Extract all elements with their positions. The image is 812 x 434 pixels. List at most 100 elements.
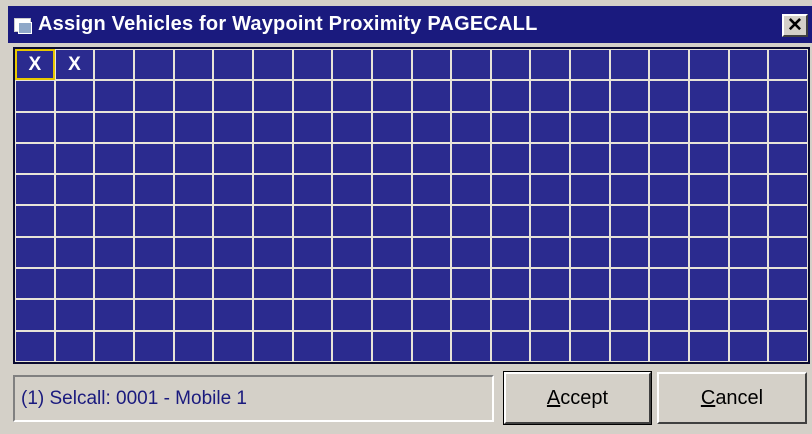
- grid-cell[interactable]: [332, 268, 372, 300]
- grid-cell[interactable]: [609, 142, 650, 175]
- grid-cell[interactable]: [332, 142, 372, 175]
- grid-cell[interactable]: [451, 268, 491, 300]
- grid-cell[interactable]: [728, 174, 769, 206]
- grid-cell[interactable]: [689, 236, 729, 269]
- grid-cell[interactable]: [15, 142, 55, 175]
- grid-cell[interactable]: [411, 142, 452, 175]
- grid-cell[interactable]: [213, 330, 253, 362]
- grid-cell[interactable]: [213, 49, 253, 81]
- grid-cell[interactable]: [213, 111, 253, 143]
- grid-cell[interactable]: [490, 142, 531, 175]
- accept-button[interactable]: Accept: [503, 371, 652, 425]
- grid-cell[interactable]: [94, 299, 134, 331]
- grid-cell[interactable]: [530, 299, 571, 331]
- grid-cell[interactable]: [332, 236, 372, 269]
- grid-cell[interactable]: [649, 80, 690, 112]
- grid-cell[interactable]: [54, 205, 95, 237]
- grid-cell[interactable]: [490, 236, 531, 269]
- grid-cell[interactable]: [609, 205, 650, 237]
- grid-cell[interactable]: [252, 236, 293, 269]
- grid-cell-checked[interactable]: X: [15, 49, 55, 81]
- grid-cell[interactable]: [133, 205, 174, 237]
- grid-cell[interactable]: [609, 49, 650, 81]
- grid-cell[interactable]: [252, 80, 293, 112]
- grid-cell[interactable]: [94, 111, 134, 143]
- grid-cell[interactable]: [94, 205, 134, 237]
- grid-cell[interactable]: [371, 142, 412, 175]
- grid-cell[interactable]: [173, 80, 214, 112]
- grid-cell[interactable]: [530, 205, 571, 237]
- grid-cell[interactable]: [570, 299, 610, 331]
- grid-cell[interactable]: [649, 111, 690, 143]
- grid-cell[interactable]: [94, 174, 134, 206]
- grid-cell[interactable]: [54, 80, 95, 112]
- grid-cell[interactable]: [15, 330, 55, 362]
- grid-cell[interactable]: [689, 299, 729, 331]
- grid-cell[interactable]: [609, 236, 650, 269]
- grid-cell[interactable]: [490, 268, 531, 300]
- grid-cell[interactable]: [728, 268, 769, 300]
- grid-cell[interactable]: [371, 174, 412, 206]
- grid-cell[interactable]: [570, 268, 610, 300]
- grid-cell[interactable]: [94, 142, 134, 175]
- grid-cell[interactable]: [371, 80, 412, 112]
- grid-cell[interactable]: [173, 205, 214, 237]
- grid-cell[interactable]: [609, 174, 650, 206]
- grid-cell[interactable]: [609, 330, 650, 362]
- grid-cell[interactable]: [173, 268, 214, 300]
- grid-cell[interactable]: [292, 330, 333, 362]
- title-bar[interactable]: Assign Vehicles for Waypoint Proximity P…: [8, 6, 812, 43]
- grid-cell[interactable]: [15, 236, 55, 269]
- grid-cell[interactable]: [649, 268, 690, 300]
- grid-cell[interactable]: [15, 205, 55, 237]
- grid-cell[interactable]: [768, 174, 808, 206]
- grid-cell[interactable]: [371, 49, 412, 81]
- grid-cell[interactable]: [371, 330, 412, 362]
- grid-cell[interactable]: [768, 236, 808, 269]
- grid-cell[interactable]: [649, 174, 690, 206]
- grid-cell[interactable]: [649, 299, 690, 331]
- cancel-button[interactable]: Cancel: [657, 372, 807, 424]
- grid-cell[interactable]: [54, 111, 95, 143]
- grid-cell[interactable]: [570, 174, 610, 206]
- grid-cell[interactable]: [728, 111, 769, 143]
- grid-cell[interactable]: [213, 80, 253, 112]
- grid-cell[interactable]: [15, 111, 55, 143]
- grid-cell[interactable]: [689, 49, 729, 81]
- grid-cell[interactable]: [173, 111, 214, 143]
- grid-cell[interactable]: [768, 330, 808, 362]
- grid-cell[interactable]: [411, 299, 452, 331]
- grid-cell[interactable]: [332, 111, 372, 143]
- grid-cell[interactable]: [252, 111, 293, 143]
- grid-cell[interactable]: [252, 268, 293, 300]
- grid-cell[interactable]: [292, 299, 333, 331]
- grid-cell[interactable]: [689, 80, 729, 112]
- grid-cell[interactable]: [689, 142, 729, 175]
- grid-cell[interactable]: [371, 205, 412, 237]
- grid-cell[interactable]: [332, 299, 372, 331]
- grid-cell[interactable]: [570, 142, 610, 175]
- grid-cell[interactable]: [213, 268, 253, 300]
- grid-cell[interactable]: [173, 49, 214, 81]
- grid-cell[interactable]: [54, 174, 95, 206]
- grid-cell[interactable]: [570, 205, 610, 237]
- grid-cell[interactable]: [213, 299, 253, 331]
- grid-cell[interactable]: [411, 205, 452, 237]
- grid-cell[interactable]: [292, 205, 333, 237]
- grid-cell[interactable]: [609, 268, 650, 300]
- grid-cell[interactable]: [490, 174, 531, 206]
- grid-cell[interactable]: [292, 174, 333, 206]
- grid-cell[interactable]: [54, 236, 95, 269]
- grid-cell[interactable]: [411, 330, 452, 362]
- grid-cell[interactable]: [15, 174, 55, 206]
- grid-cell[interactable]: [609, 111, 650, 143]
- close-button[interactable]: ✕: [782, 14, 808, 37]
- grid-cell[interactable]: [252, 205, 293, 237]
- grid-cell[interactable]: [292, 111, 333, 143]
- grid-cell[interactable]: [530, 80, 571, 112]
- grid-cell[interactable]: [332, 49, 372, 81]
- grid-cell[interactable]: [411, 80, 452, 112]
- grid-cell-checked[interactable]: X: [54, 49, 95, 81]
- grid-cell[interactable]: [649, 49, 690, 81]
- grid-cell[interactable]: [451, 80, 491, 112]
